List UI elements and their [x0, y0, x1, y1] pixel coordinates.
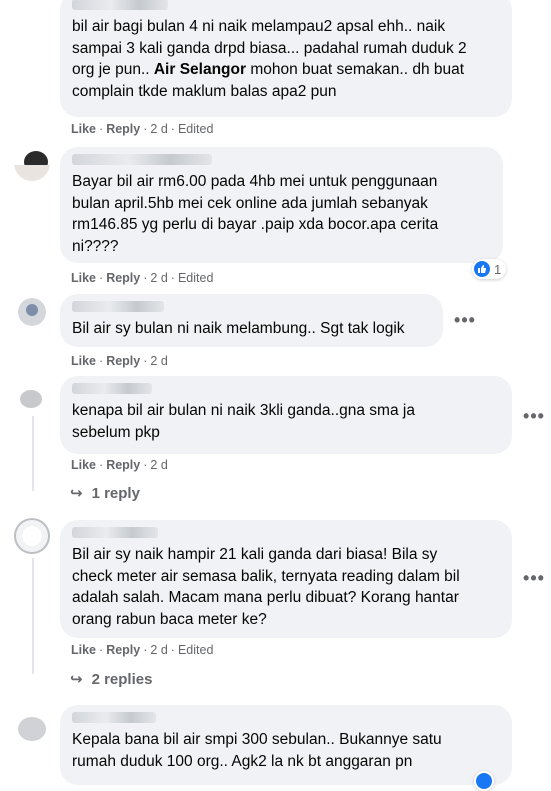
more-options-icon[interactable]: •••	[520, 564, 548, 592]
comment-actions: Like · Reply · 2 d	[71, 458, 168, 472]
redacted-author-name	[72, 712, 156, 723]
reaction-badge[interactable]	[474, 771, 494, 791]
comment-bubble: Kepala bana bil air smpi 300 sebulan.. B…	[60, 705, 512, 785]
thread-line	[32, 416, 34, 491]
avatar[interactable]	[14, 376, 50, 412]
reply-button[interactable]: Reply	[106, 354, 140, 368]
edited-label: Edited	[177, 271, 214, 285]
timestamp[interactable]: 2 d	[150, 458, 167, 472]
like-button[interactable]: Like	[71, 271, 96, 285]
mention-air-selangor[interactable]: Air Selangor	[154, 61, 246, 78]
edited-label: Edited	[177, 122, 214, 136]
redacted-author-name	[72, 301, 164, 312]
reaction-count[interactable]: 1	[472, 259, 507, 279]
reply-arrow-icon: ↪	[70, 671, 83, 688]
thread-line	[32, 558, 34, 674]
comment-actions: Like · Reply · 2 d · Edited	[71, 271, 214, 285]
comment-bubble: Bil air sy naik hampir 21 kali ganda dar…	[60, 520, 512, 638]
like-button[interactable]: Like	[71, 458, 96, 472]
redacted-author-name	[72, 527, 158, 538]
comment-bubble: Bayar bil air rm6.00 pada 4hb mei untuk …	[60, 147, 503, 263]
comment-text: Bayar bil air rm6.00 pada 4hb mei untuk …	[72, 173, 439, 255]
reply-button[interactable]: Reply	[106, 643, 140, 657]
comment-actions: Like · Reply · 2 d · Edited	[71, 643, 214, 657]
redacted-author-name	[72, 0, 168, 10]
like-button[interactable]: Like	[71, 354, 96, 368]
timestamp[interactable]: 2 d	[150, 354, 167, 368]
avatar[interactable]	[14, 145, 50, 181]
comment-actions: Like · Reply · 2 d	[71, 354, 168, 368]
comment-bubble: kenapa bil air bulan ni naik 3kli ganda.…	[60, 376, 512, 454]
more-options-icon[interactable]: •••	[451, 306, 479, 334]
reply-button[interactable]: Reply	[106, 122, 140, 136]
timestamp[interactable]: 2 d	[150, 271, 167, 285]
like-button[interactable]: Like	[71, 122, 96, 136]
avatar[interactable]	[14, 707, 50, 743]
reply-button[interactable]: Reply	[106, 458, 140, 472]
comment-bubble: Bil air sy bulan ni naik melambung.. Sgt…	[60, 294, 443, 347]
comment-text: Kepala bana bil air smpi 300 sebulan.. B…	[72, 731, 442, 770]
avatar[interactable]	[14, 294, 50, 330]
edited-label: Edited	[177, 643, 214, 657]
timestamp[interactable]: 2 d	[150, 643, 167, 657]
redacted-author-name	[72, 154, 212, 165]
avatar[interactable]	[14, 518, 50, 554]
thumbs-up-icon	[474, 261, 490, 277]
redacted-author-name	[72, 383, 152, 394]
comment-text: Bil air sy naik hampir 21 kali ganda dar…	[72, 546, 460, 628]
reply-button[interactable]: Reply	[106, 271, 140, 285]
comment-actions: Like · Reply · 2 d · Edited	[71, 122, 214, 136]
reply-arrow-icon: ↪	[70, 485, 83, 502]
more-options-icon[interactable]: •••	[520, 402, 548, 430]
like-button[interactable]: Like	[71, 643, 96, 657]
timestamp[interactable]: 2 d	[150, 122, 167, 136]
thumbs-up-icon	[476, 773, 492, 789]
comment-text: Bil air sy bulan ni naik melambung.. Sgt…	[72, 320, 405, 337]
view-replies-button[interactable]: ↪ 2 replies	[70, 670, 152, 689]
comment-bubble: bil air bagi bulan 4 ni naik melampau2 a…	[60, 0, 512, 117]
view-replies-button[interactable]: ↪ 1 reply	[70, 484, 140, 503]
comment-text: kenapa bil air bulan ni naik 3kli ganda.…	[72, 402, 415, 441]
comment-text: bil air bagi bulan 4 ni naik melampau2 a…	[72, 18, 467, 100]
